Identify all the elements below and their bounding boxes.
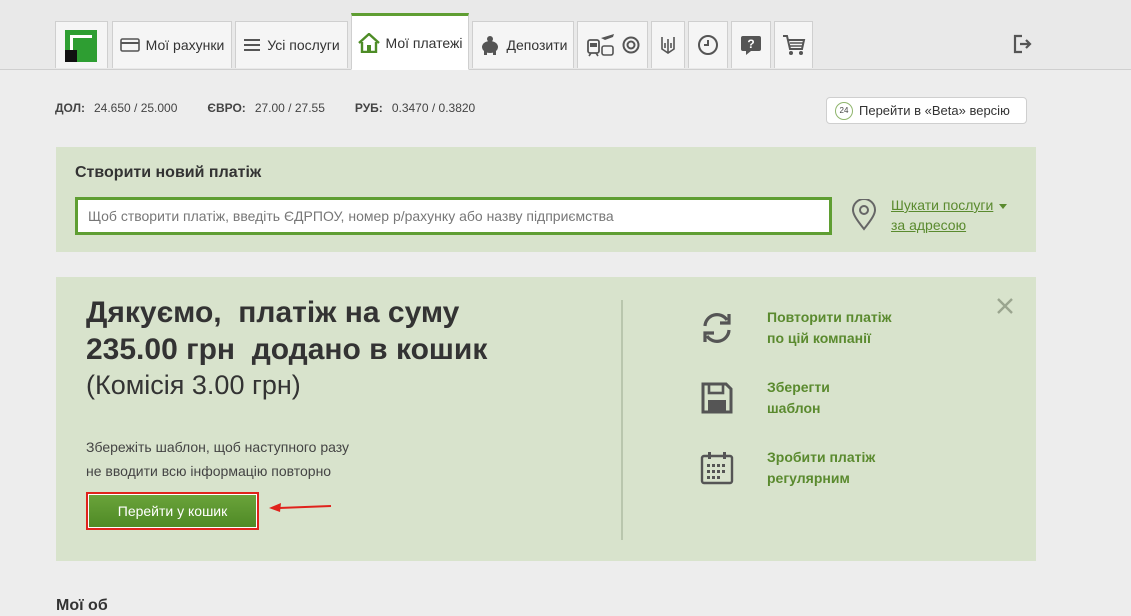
lifebuoy-icon	[622, 36, 639, 54]
rate-label-rub: РУБ:	[354, 101, 383, 115]
tab-history[interactable]	[688, 21, 728, 68]
svg-text:?: ?	[747, 37, 754, 51]
dropdown-caret-icon	[999, 203, 1008, 209]
section-title-cut: Мої об	[56, 597, 108, 614]
tab-my-payments-label: Мої платежі	[385, 34, 463, 51]
repeat-payment-line1: Повторити платіж	[767, 309, 892, 325]
regular-payment-line2: регулярним	[767, 470, 850, 486]
search-by-address-link[interactable]: Шукати послуги за адресою	[891, 195, 1008, 235]
history-clock-icon	[698, 35, 718, 55]
tab-deposits-label: Депозити	[506, 37, 568, 53]
success-headline: Дякуємо, платіж на суму 235.00 грн додан…	[86, 296, 488, 366]
beta-version-button[interactable]: 24 Перейти в «Beta» версію	[826, 97, 1027, 124]
save-template-line1: Зберегти	[767, 379, 830, 395]
save-template-action[interactable]: Зберегти шаблон	[696, 377, 830, 419]
go-to-cart-button[interactable]: Перейти у кошик	[86, 492, 259, 530]
save-template-hint: Збережіть шаблон, щоб наступного разу не…	[86, 435, 349, 483]
privatbank-logo[interactable]	[55, 21, 108, 68]
regular-payment-action[interactable]: Зробити платіж регулярним	[696, 447, 875, 489]
tab-government-services[interactable]	[651, 21, 685, 68]
rate-label-eur: ЄВРО:	[207, 101, 246, 115]
calendar-icon	[700, 452, 734, 485]
tab-my-accounts-label: Мої рахунки	[145, 37, 225, 53]
create-payment-panel: Створити новий платіж Шукати послуги за …	[56, 147, 1036, 252]
tab-cart[interactable]	[774, 21, 813, 68]
rate-value-rub: 0.3470 / 0.3820	[391, 101, 476, 115]
rate-label-usd: ДОЛ:	[55, 101, 85, 115]
commission-text: (Комісія 3.00 грн)	[86, 370, 301, 400]
beta-version-label: Перейти в «Beta» версію	[859, 103, 1010, 118]
top-navigation-bar: Мої рахунки Усі послуги Мої платежі Депо…	[0, 0, 1131, 70]
tab-all-services[interactable]: Усі послуги	[235, 21, 348, 68]
panel-divider	[621, 300, 623, 540]
tab-my-payments[interactable]: Мої платежі	[351, 13, 469, 70]
pointer-arrow-icon	[269, 503, 332, 512]
regular-payment-line1: Зробити платіж	[767, 449, 876, 465]
hint-line2: не вводити всю інформацію повторно	[86, 463, 332, 479]
payment-search-input[interactable]	[75, 197, 832, 235]
close-icon[interactable]	[996, 297, 1014, 315]
search-by-address-line2: за адресою	[891, 217, 967, 233]
list-icon	[244, 39, 261, 51]
go-to-cart-label: Перейти у кошик	[89, 495, 256, 527]
tab-deposits[interactable]: Депозити	[472, 21, 574, 68]
refresh-icon	[703, 313, 731, 343]
logo-mark	[65, 30, 97, 62]
map-pin-icon	[851, 199, 877, 231]
trident-icon	[661, 37, 675, 54]
currency-rates: ДОЛ: 24.650 / 25.000 ЄВРО: 27.00 / 27.55…	[55, 101, 505, 115]
piggy-bank-icon	[481, 36, 498, 55]
create-payment-title: Створити новий платіж	[75, 164, 262, 181]
rate-value-usd: 24.650 / 25.000	[94, 101, 178, 115]
card-icon	[119, 38, 140, 52]
repeat-payment-action[interactable]: Повторити платіж по цій компанії	[696, 307, 892, 349]
tab-my-accounts[interactable]: Мої рахунки	[112, 21, 232, 68]
shopping-cart-icon	[782, 35, 805, 55]
tab-transport-travel[interactable]	[577, 21, 648, 68]
save-floppy-icon	[701, 382, 733, 414]
rate-value-eur: 27.00 / 27.55	[254, 101, 325, 115]
train-plane-icon	[586, 34, 614, 57]
logout-icon[interactable]	[1013, 34, 1033, 54]
hint-line1: Збережіть шаблон, щоб наступного разу	[86, 439, 350, 455]
tab-help[interactable]: ?	[731, 21, 771, 68]
save-template-line2: шаблон	[767, 400, 821, 416]
help-chat-icon: ?	[741, 36, 761, 55]
tab-all-services-label: Усі послуги	[267, 37, 340, 53]
payment-success-panel: Дякуємо, платіж на суму 235.00 грн додан…	[56, 277, 1036, 561]
hours-24-icon: 24	[835, 101, 853, 120]
repeat-payment-line2: по цій компанії	[767, 330, 871, 346]
home-icon	[357, 32, 380, 53]
search-by-address-line1: Шукати послуги	[891, 197, 994, 213]
